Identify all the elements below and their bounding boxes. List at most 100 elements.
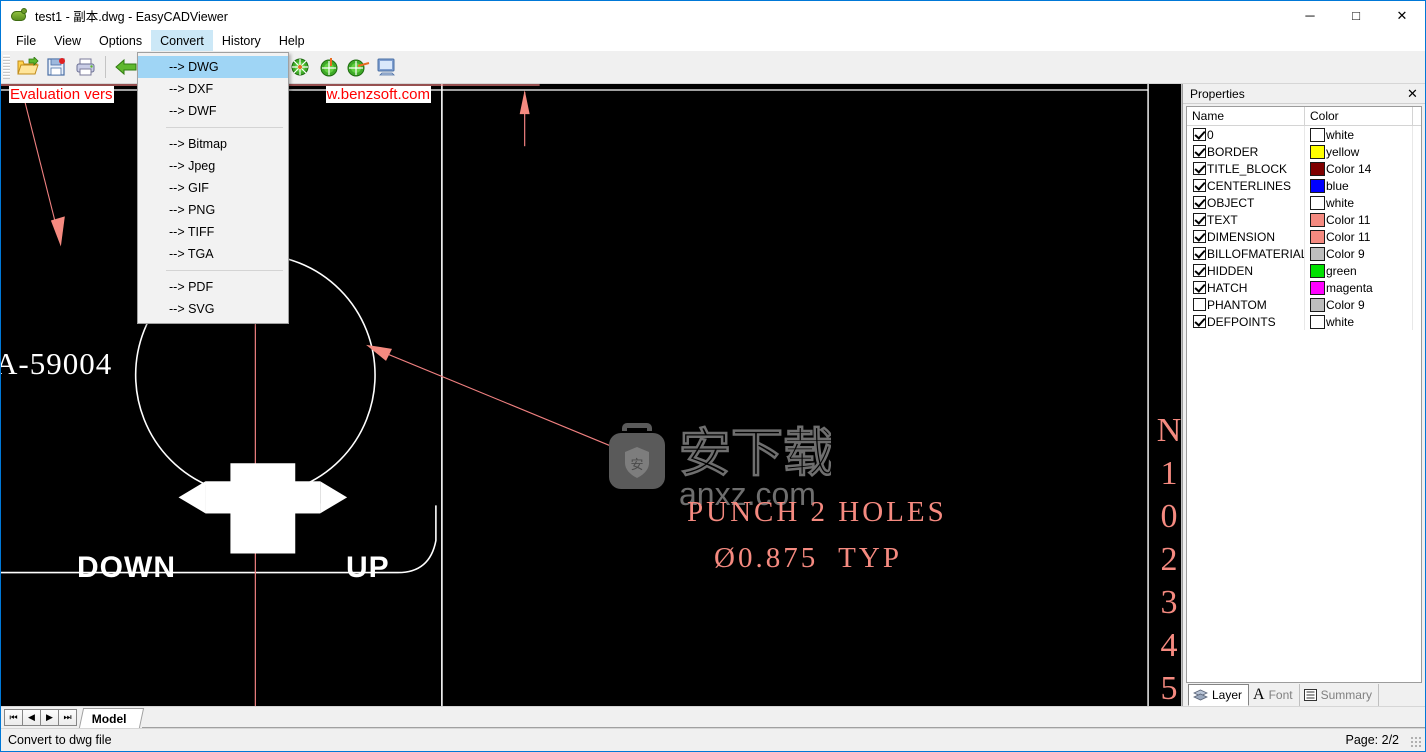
color-swatch[interactable] <box>1310 314 1325 329</box>
save-file-icon[interactable] <box>42 53 71 82</box>
table-row[interactable]: BILLOFMATERIAL Color 9 <box>1187 245 1421 262</box>
layer-name-cell: BORDER <box>1187 143 1305 160</box>
layer-name-label: TEXT <box>1207 212 1238 227</box>
zoom-out-icon[interactable] <box>343 53 372 82</box>
layer-color-cell[interactable]: Color 14 <box>1305 160 1413 177</box>
layer-visibility-checkbox[interactable] <box>1193 179 1206 192</box>
table-row[interactable]: HIDDEN green <box>1187 262 1421 279</box>
tab-layer[interactable]: Layer <box>1188 684 1250 706</box>
menu-convert[interactable]: Convert <box>151 30 213 51</box>
title-bar: test1 - 副本.dwg - EasyCADViewer ─ □ ✕ <box>1 1 1425 30</box>
menu-help[interactable]: Help <box>270 30 314 51</box>
layer-color-cell[interactable]: Color 11 <box>1305 228 1413 245</box>
layer-color-cell[interactable]: white <box>1305 126 1413 143</box>
resize-grip-icon[interactable] <box>1410 736 1423 749</box>
layer-visibility-checkbox[interactable] <box>1193 128 1206 141</box>
layer-visibility-checkbox[interactable] <box>1193 162 1206 175</box>
menu-item-svg[interactable]: --> SVG <box>138 298 288 320</box>
color-swatch[interactable] <box>1310 144 1325 159</box>
zoom-in-icon[interactable] <box>314 53 343 82</box>
table-row[interactable]: DEFPOINTS white <box>1187 313 1421 330</box>
table-row[interactable]: TITLE_BLOCK Color 14 <box>1187 160 1421 177</box>
column-header-name[interactable]: Name <box>1187 107 1305 125</box>
layer-visibility-checkbox[interactable] <box>1193 281 1206 294</box>
column-header-color[interactable]: Color <box>1305 107 1413 125</box>
toolbar-grip[interactable] <box>3 55 10 79</box>
next-sheet-button[interactable]: ▶ <box>40 709 59 726</box>
print-icon[interactable] <box>71 53 100 82</box>
close-icon[interactable]: ✕ <box>1404 85 1421 102</box>
application-window: test1 - 副本.dwg - EasyCADViewer ─ □ ✕ Fil… <box>0 0 1426 752</box>
table-row[interactable]: 0 white <box>1187 126 1421 143</box>
table-row[interactable]: DIMENSION Color 11 <box>1187 228 1421 245</box>
color-swatch[interactable] <box>1310 246 1325 261</box>
color-swatch[interactable] <box>1310 212 1325 227</box>
sheet-tab-model[interactable]: Model <box>78 707 144 728</box>
layer-color-cell[interactable]: Color 9 <box>1305 245 1413 262</box>
menu-item-tiff[interactable]: --> TIFF <box>138 221 288 243</box>
menu-item-bitmap[interactable]: --> Bitmap <box>138 133 288 155</box>
table-row[interactable]: OBJECT white <box>1187 194 1421 211</box>
table-row[interactable]: PHANTOM Color 9 <box>1187 296 1421 313</box>
color-swatch[interactable] <box>1310 297 1325 312</box>
prev-sheet-button[interactable]: ◀ <box>22 709 41 726</box>
layer-color-cell[interactable]: yellow <box>1305 143 1413 160</box>
menu-item-dwf[interactable]: --> DWF <box>138 100 288 122</box>
properties-title-bar: Properties ✕ <box>1183 84 1425 104</box>
menu-item-dxf[interactable]: --> DXF <box>138 78 288 100</box>
layer-color-cell[interactable]: white <box>1305 313 1413 330</box>
tab-summary-label: Summary <box>1320 688 1372 702</box>
layer-color-cell[interactable]: Color 11 <box>1305 211 1413 228</box>
table-row[interactable]: HATCH magenta <box>1187 279 1421 296</box>
layout-icon[interactable] <box>372 53 401 82</box>
first-sheet-button[interactable]: ⏮ <box>4 709 23 726</box>
menu-options[interactable]: Options <box>90 30 151 51</box>
menu-item-pdf[interactable]: --> PDF <box>138 276 288 298</box>
zoom-all-icon[interactable] <box>285 53 314 82</box>
color-swatch[interactable] <box>1310 161 1325 176</box>
layer-color-cell[interactable]: Color 9 <box>1305 296 1413 313</box>
layer-color-cell[interactable]: magenta <box>1305 279 1413 296</box>
table-row[interactable]: BORDER yellow <box>1187 143 1421 160</box>
color-swatch[interactable] <box>1310 280 1325 295</box>
close-button[interactable]: ✕ <box>1379 1 1425 30</box>
layer-name-label: BORDER <box>1207 144 1259 159</box>
color-swatch[interactable] <box>1310 229 1325 244</box>
layer-color-cell[interactable]: white <box>1305 194 1413 211</box>
layer-row-filler <box>1413 194 1421 211</box>
layer-visibility-checkbox[interactable] <box>1193 230 1206 243</box>
menu-file[interactable]: File <box>7 30 45 51</box>
menu-history[interactable]: History <box>213 30 270 51</box>
color-swatch[interactable] <box>1310 195 1325 210</box>
tab-font[interactable]: A Font <box>1249 684 1300 706</box>
layer-visibility-checkbox[interactable] <box>1193 213 1206 226</box>
color-swatch[interactable] <box>1310 263 1325 278</box>
layer-name-label: HATCH <box>1207 280 1248 295</box>
layer-visibility-checkbox[interactable] <box>1193 196 1206 209</box>
table-row[interactable]: CENTERLINES blue <box>1187 177 1421 194</box>
menu-item-dwg[interactable]: --> DWG <box>138 56 288 78</box>
properties-panel: Properties ✕ Name Color 0 white BORDER yell… <box>1182 84 1425 706</box>
maximize-button[interactable]: □ <box>1333 1 1379 30</box>
menu-item-png[interactable]: --> PNG <box>138 199 288 221</box>
layer-visibility-checkbox[interactable] <box>1193 145 1206 158</box>
menu-item-jpeg[interactable]: --> Jpeg <box>138 155 288 177</box>
color-swatch[interactable] <box>1310 127 1325 142</box>
menu-item-gif[interactable]: --> GIF <box>138 177 288 199</box>
layer-visibility-checkbox[interactable] <box>1193 264 1206 277</box>
back-arrow-icon[interactable] <box>111 53 140 82</box>
layer-visibility-checkbox[interactable] <box>1193 315 1206 328</box>
layer-color-cell[interactable]: blue <box>1305 177 1413 194</box>
layer-visibility-checkbox[interactable] <box>1193 247 1206 260</box>
layer-color-cell[interactable]: green <box>1305 262 1413 279</box>
color-swatch[interactable] <box>1310 178 1325 193</box>
menu-view[interactable]: View <box>45 30 90 51</box>
last-sheet-button[interactable]: ⏭ <box>58 709 77 726</box>
menu-item-tga[interactable]: --> TGA <box>138 243 288 265</box>
open-file-icon[interactable] <box>13 53 42 82</box>
table-row[interactable]: TEXT Color 11 <box>1187 211 1421 228</box>
layer-visibility-checkbox[interactable] <box>1193 298 1206 311</box>
minimize-button[interactable]: ─ <box>1287 1 1333 30</box>
layer-color-label: magenta <box>1326 280 1373 295</box>
tab-summary[interactable]: Summary <box>1300 684 1379 706</box>
